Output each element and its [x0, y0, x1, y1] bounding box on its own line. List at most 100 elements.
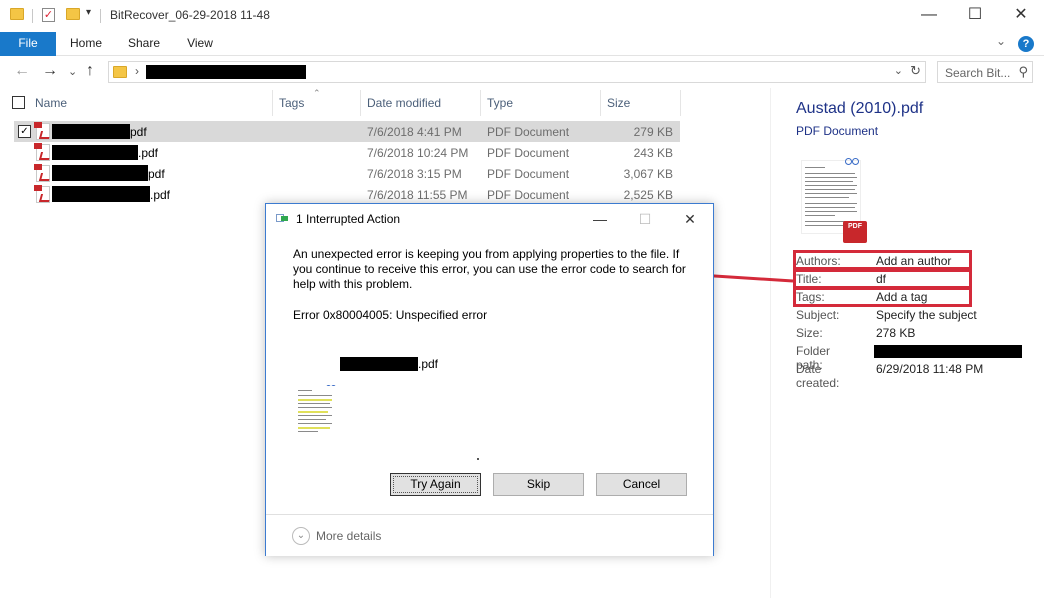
interrupted-action-dialog: 1 Interrupted Action — ☐ ✕ An unexpected…	[265, 203, 714, 556]
folder-icon	[10, 8, 24, 20]
dialog-title: 1 Interrupted Action	[296, 212, 401, 226]
column-size[interactable]: Size	[607, 96, 630, 110]
file-row[interactable]: .pdf 7/6/2018 10:24 PM PDF Document 243 …	[14, 142, 680, 163]
separator	[32, 9, 33, 23]
file-extension: .pdf	[138, 146, 159, 160]
error-message: An unexpected error is keeping you from …	[293, 247, 686, 291]
address-bar[interactable]: › ⌄ ↻	[108, 61, 926, 83]
file-row[interactable]: ✓ pdf 7/6/2018 4:41 PM PDF Document 279 …	[14, 121, 680, 142]
column-divider[interactable]	[360, 90, 361, 116]
window-title: BitRecover_06-29-2018 11-48	[110, 8, 270, 22]
file-date: 7/6/2018 10:24 PM	[367, 146, 469, 160]
column-tags[interactable]: Tags	[279, 96, 304, 110]
redacted-path	[146, 65, 306, 79]
tab-share[interactable]: Share	[122, 32, 166, 56]
dialog-footer: ⌄ More details	[266, 514, 713, 556]
new-folder-icon[interactable]	[66, 8, 80, 20]
search-placeholder: Search Bit...	[945, 66, 1011, 80]
column-divider[interactable]	[680, 90, 681, 116]
dialog-close-button[interactable]: ✕	[676, 208, 704, 230]
pdf-file-icon	[34, 185, 50, 203]
pdf-file-icon	[34, 122, 50, 140]
search-input[interactable]: Search Bit... ⚲	[937, 61, 1033, 83]
skip-button[interactable]: Skip	[493, 473, 584, 496]
file-type: PDF Document	[487, 146, 570, 160]
column-divider[interactable]	[272, 90, 273, 116]
column-headers: Name ⌃ Tags Date modified Type Size	[0, 88, 770, 118]
up-arrow-icon[interactable]: ↑	[86, 62, 94, 80]
close-button[interactable]: ✕	[998, 0, 1044, 32]
customize-toolbar-icon[interactable]: ▾	[86, 7, 91, 18]
dialog-title-bar: 1 Interrupted Action — ☐ ✕	[266, 204, 713, 234]
separator	[100, 9, 101, 23]
cancel-button[interactable]: Cancel	[596, 473, 687, 496]
folder-icon	[113, 66, 127, 78]
row-checkbox[interactable]: ✓	[18, 125, 31, 138]
date-created-value: 6/29/2018 11:48 PM	[876, 362, 984, 376]
breadcrumb-chevron-icon[interactable]: ›	[135, 64, 139, 78]
tab-file[interactable]: File	[0, 32, 56, 56]
redacted-filename	[52, 165, 148, 181]
copy-action-icon	[276, 214, 288, 223]
address-dropdown-icon[interactable]: ⌄	[894, 64, 903, 77]
file-row[interactable]: pdf 7/6/2018 3:15 PM PDF Document 3,067 …	[14, 163, 680, 184]
search-icon[interactable]: ⚲	[1018, 64, 1028, 80]
title-bar: ✓ ▾ BitRecover_06-29-2018 11-48 — ☐ ✕	[0, 0, 1044, 32]
tab-home[interactable]: Home	[62, 32, 110, 56]
redacted-folder-path	[874, 345, 1022, 358]
recent-locations-icon[interactable]: ⌄	[68, 65, 77, 78]
select-all-checkbox[interactable]	[12, 96, 25, 109]
file-size: 3,067 KB	[623, 167, 673, 181]
details-filename: Austad (2010).pdf	[796, 100, 924, 117]
properties-icon[interactable]: ✓	[42, 8, 55, 22]
chevron-down-icon[interactable]: ⌄	[292, 527, 310, 545]
ribbon-tabs: File Home Share View ⌄ ?	[0, 32, 1044, 56]
file-extension: pdf	[130, 125, 147, 139]
size-value: 278 KB	[876, 326, 916, 340]
file-size: 243 KB	[633, 146, 673, 160]
dialog-file-extension: .pdf	[418, 357, 439, 371]
column-type[interactable]: Type	[487, 96, 513, 110]
prop-label: Subject:	[796, 308, 840, 322]
tab-view[interactable]: View	[178, 32, 222, 56]
refresh-icon[interactable]: ↻	[910, 63, 921, 79]
file-size: 2,525 KB	[623, 188, 673, 202]
more-details-link[interactable]: More details	[316, 529, 381, 543]
dialog-file-thumbnail	[296, 386, 336, 436]
back-arrow-icon[interactable]: ←	[14, 62, 30, 80]
column-divider[interactable]	[480, 90, 481, 116]
maximize-button[interactable]: ☐	[952, 0, 998, 32]
file-size: 279 KB	[633, 125, 673, 139]
column-divider[interactable]	[600, 90, 601, 116]
prop-label: Size:	[796, 326, 823, 340]
forward-arrow-icon[interactable]: →	[42, 62, 58, 80]
file-extension: pdf	[148, 167, 165, 181]
dialog-minimize-button[interactable]: —	[586, 208, 614, 230]
file-row[interactable]: .pdf 7/6/2018 11:55 PM PDF Document 2,52…	[14, 184, 680, 205]
file-type: PDF Document	[487, 188, 570, 202]
expand-ribbon-icon[interactable]: ⌄	[996, 34, 1006, 48]
navigation-bar: ← → ⌄ ↑ › ⌄ ↻ Search Bit... ⚲	[0, 56, 1044, 88]
dialog-maximize-button: ☐	[638, 211, 652, 227]
details-filetype: PDF Document	[796, 124, 879, 138]
try-again-button[interactable]: Try Again	[390, 473, 481, 496]
redacted-filename	[340, 357, 418, 371]
pdf-file-icon	[34, 164, 50, 182]
file-date: 7/6/2018 4:41 PM	[367, 125, 462, 139]
redacted-filename	[52, 145, 138, 160]
divider-dot	[477, 458, 479, 460]
prop-label: Date created:	[796, 362, 840, 390]
subject-value[interactable]: Specify the subject	[876, 308, 977, 322]
logo-icon	[845, 154, 861, 165]
minimize-button[interactable]: —	[906, 0, 952, 32]
sort-indicator-icon: ⌃	[313, 88, 321, 98]
help-icon[interactable]: ?	[1018, 36, 1034, 52]
pdf-file-icon	[34, 143, 50, 161]
file-type: PDF Document	[487, 167, 570, 181]
column-date-modified[interactable]: Date modified	[367, 96, 441, 110]
column-name[interactable]: Name	[35, 96, 67, 110]
file-date: 7/6/2018 3:15 PM	[367, 167, 462, 181]
annotation-highlight-authors	[793, 250, 972, 270]
redacted-filename	[52, 186, 150, 202]
annotation-highlight-tags	[793, 287, 972, 307]
